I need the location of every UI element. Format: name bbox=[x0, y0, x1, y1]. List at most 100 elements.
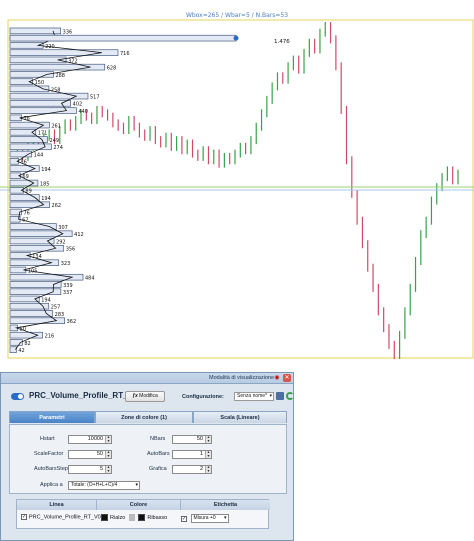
profile-bar-label: 323 bbox=[61, 261, 71, 267]
indicator-header: PRC_Volume_Profile_RT_V0 ƒx Modifica Con… bbox=[11, 391, 294, 403]
profile-bar-label: 283 bbox=[55, 312, 65, 318]
autobarsstep-spinner[interactable]: 5 ▲ ▼ bbox=[68, 465, 112, 474]
rialzo-label: Rialzo bbox=[110, 514, 126, 521]
label-cell: ✓ Misura +0 ▾ bbox=[181, 514, 229, 523]
profile-bar-label: 249 bbox=[50, 138, 60, 144]
profile-bar-label: 628 bbox=[107, 66, 117, 72]
volume-profile-chart[interactable]: 3363542207163726282881502585174024407626… bbox=[0, 0, 474, 362]
tab-scala[interactable]: Scala (Lineare) bbox=[193, 411, 287, 423]
profile-bar-label: 194 bbox=[41, 196, 51, 202]
rialzo-color-swatch[interactable] bbox=[101, 514, 108, 521]
autobars-label: AutoBars bbox=[147, 451, 170, 457]
profile-bar-label: 171 bbox=[38, 131, 48, 137]
col-label-header: Etichetta bbox=[181, 500, 270, 510]
autobarsstep-label: AutoBarsStep bbox=[34, 466, 68, 472]
config-select[interactable]: Senza nome* ▾ bbox=[234, 392, 274, 401]
profile-bar-label: 412 bbox=[74, 232, 84, 238]
modify-button-label: Modifica bbox=[139, 393, 158, 399]
col-color-header: Colore bbox=[97, 500, 181, 510]
nbars-label: NBars bbox=[150, 436, 166, 442]
profile-bar-label: 194 bbox=[41, 167, 51, 173]
nbars-spinner[interactable]: 50 ▲ ▼ bbox=[172, 435, 212, 444]
profile-bar-label: 262 bbox=[52, 203, 62, 209]
profile-bar-label: 307 bbox=[58, 225, 68, 231]
hstart-value: 10000 bbox=[87, 436, 103, 442]
applica-select[interactable]: Totale: (O+H+L+C)/4 ▾ bbox=[68, 481, 140, 490]
profile-bar-label: 336 bbox=[63, 29, 73, 35]
parameters-section: Hstart 10000 ▲ ▼ ScaleFactor 50 ▲ ▼ AutoBa… bbox=[9, 424, 287, 494]
ribasso-label: Ribasso bbox=[147, 514, 168, 521]
color-cell: Rialzo Ribasso bbox=[101, 514, 167, 521]
save-icon[interactable] bbox=[276, 392, 284, 400]
label-select[interactable]: Misura +0 ▾ bbox=[190, 514, 229, 523]
applica-value: Totale: (O+H+L+C)/4 bbox=[71, 482, 118, 488]
profile-bar-label: 194 bbox=[41, 297, 51, 303]
tab-parametri[interactable]: Parametri bbox=[9, 411, 95, 423]
profile-bar-label: 288 bbox=[55, 73, 65, 79]
spinner-arrows-icon[interactable]: ▲ ▼ bbox=[205, 450, 211, 458]
scalefactor-value: 50 bbox=[96, 451, 103, 457]
profile-bar-label: 339 bbox=[63, 283, 73, 289]
chevron-down-icon: ▾ bbox=[269, 393, 272, 399]
label-visible-checkbox[interactable]: ✓ bbox=[181, 515, 187, 522]
function-icon: ƒx bbox=[132, 393, 138, 399]
grafica-value: 2 bbox=[199, 466, 203, 472]
spinner-arrows-icon[interactable]: ▲ ▼ bbox=[205, 435, 211, 443]
line-name: PRC_Volume_Profile_RT_V0 bbox=[29, 514, 101, 521]
profile-bar-label: 134 bbox=[32, 254, 42, 260]
autobarsstep-value: 5 bbox=[99, 466, 103, 472]
profile-bar-label: 274 bbox=[53, 145, 63, 151]
panel-tabs: Parametri Zone di colore (1) Scala (Line… bbox=[9, 411, 287, 423]
minimize-icon[interactable]: ◉ bbox=[273, 374, 281, 382]
indicator-toggle[interactable] bbox=[11, 393, 24, 400]
profile-bar-label: 144 bbox=[34, 152, 44, 158]
profile-bar-label: 716 bbox=[120, 51, 130, 57]
chart-area[interactable]: Wbox=265 / Wbar=5 / N.Bars=53 3363542207… bbox=[0, 0, 474, 362]
col-line-header: Linea bbox=[17, 500, 97, 510]
indicator-name: PRC_Volume_Profile_RT_V0 bbox=[29, 391, 138, 400]
display-mode-panel: Modalità di visualizzazione ◉ ✕ PRC_Volu… bbox=[0, 372, 294, 541]
max-volume-marker bbox=[233, 35, 239, 41]
profile-bar-label: 337 bbox=[63, 290, 73, 296]
grafica-spinner[interactable]: 2 ▲ ▼ bbox=[172, 465, 212, 474]
profile-bar-label: 517 bbox=[90, 94, 100, 100]
profile-bar-label: 42 bbox=[18, 348, 24, 354]
close-icon[interactable]: ✕ bbox=[283, 374, 291, 382]
scalefactor-label: ScaleFactor bbox=[34, 451, 64, 457]
top-value-label: 1.476 bbox=[274, 39, 290, 45]
chevron-down-icon: ▾ bbox=[135, 482, 138, 488]
applica-label: Applica a bbox=[40, 482, 63, 488]
spinner-arrows-icon[interactable]: ▲ ▼ bbox=[105, 435, 111, 443]
profile-bar-label: 362 bbox=[67, 319, 77, 325]
profile-bar-label: 185 bbox=[40, 181, 50, 187]
profile-bar-label: 216 bbox=[45, 334, 55, 340]
profile-bar-label: 257 bbox=[51, 305, 61, 311]
autobars-value: 1 bbox=[199, 451, 203, 457]
refresh-icon[interactable] bbox=[286, 392, 294, 400]
plot-frame bbox=[7, 19, 474, 359]
line-visible-checkbox[interactable]: ✓ bbox=[21, 514, 27, 520]
spinner-arrows-icon[interactable]: ▲ ▼ bbox=[105, 450, 111, 458]
label-select-value: Misura +0 bbox=[193, 515, 216, 521]
spinner-arrows-icon[interactable]: ▲ ▼ bbox=[105, 465, 111, 473]
profile-bar-label: 356 bbox=[66, 247, 76, 253]
profile-bar-label: 484 bbox=[85, 276, 95, 282]
hstart-spinner[interactable]: 10000 ▲ ▼ bbox=[68, 435, 112, 444]
spinner-arrows-icon[interactable]: ▲ ▼ bbox=[205, 465, 211, 473]
modify-button[interactable]: ƒx Modifica bbox=[125, 391, 165, 402]
ribasso-color-swatch[interactable] bbox=[138, 514, 146, 521]
line-row: ✓ PRC_Volume_Profile_RT_V0 bbox=[21, 514, 101, 520]
config-select-value: Senza nome* bbox=[237, 393, 268, 399]
config-label: Configurazione: bbox=[182, 394, 224, 400]
scalefactor-spinner[interactable]: 50 ▲ ▼ bbox=[68, 450, 112, 459]
grafica-label: Grafica bbox=[149, 466, 167, 472]
tab-zone-di-colore[interactable]: Zone di colore (1) bbox=[95, 411, 193, 423]
panel-titlebar[interactable]: Modalità di visualizzazione ◉ ✕ bbox=[1, 373, 293, 384]
panel-title: Modalità di visualizzazione bbox=[209, 375, 275, 381]
color-divider-handle[interactable] bbox=[128, 514, 135, 521]
hstart-label: Hstart bbox=[40, 436, 55, 442]
autobars-spinner[interactable]: 1 ▲ ▼ bbox=[172, 450, 212, 459]
profile-bar-label: 261 bbox=[51, 123, 61, 129]
profile-bar-label: 402 bbox=[73, 102, 83, 108]
profile-bar-label: 76 bbox=[23, 210, 29, 216]
